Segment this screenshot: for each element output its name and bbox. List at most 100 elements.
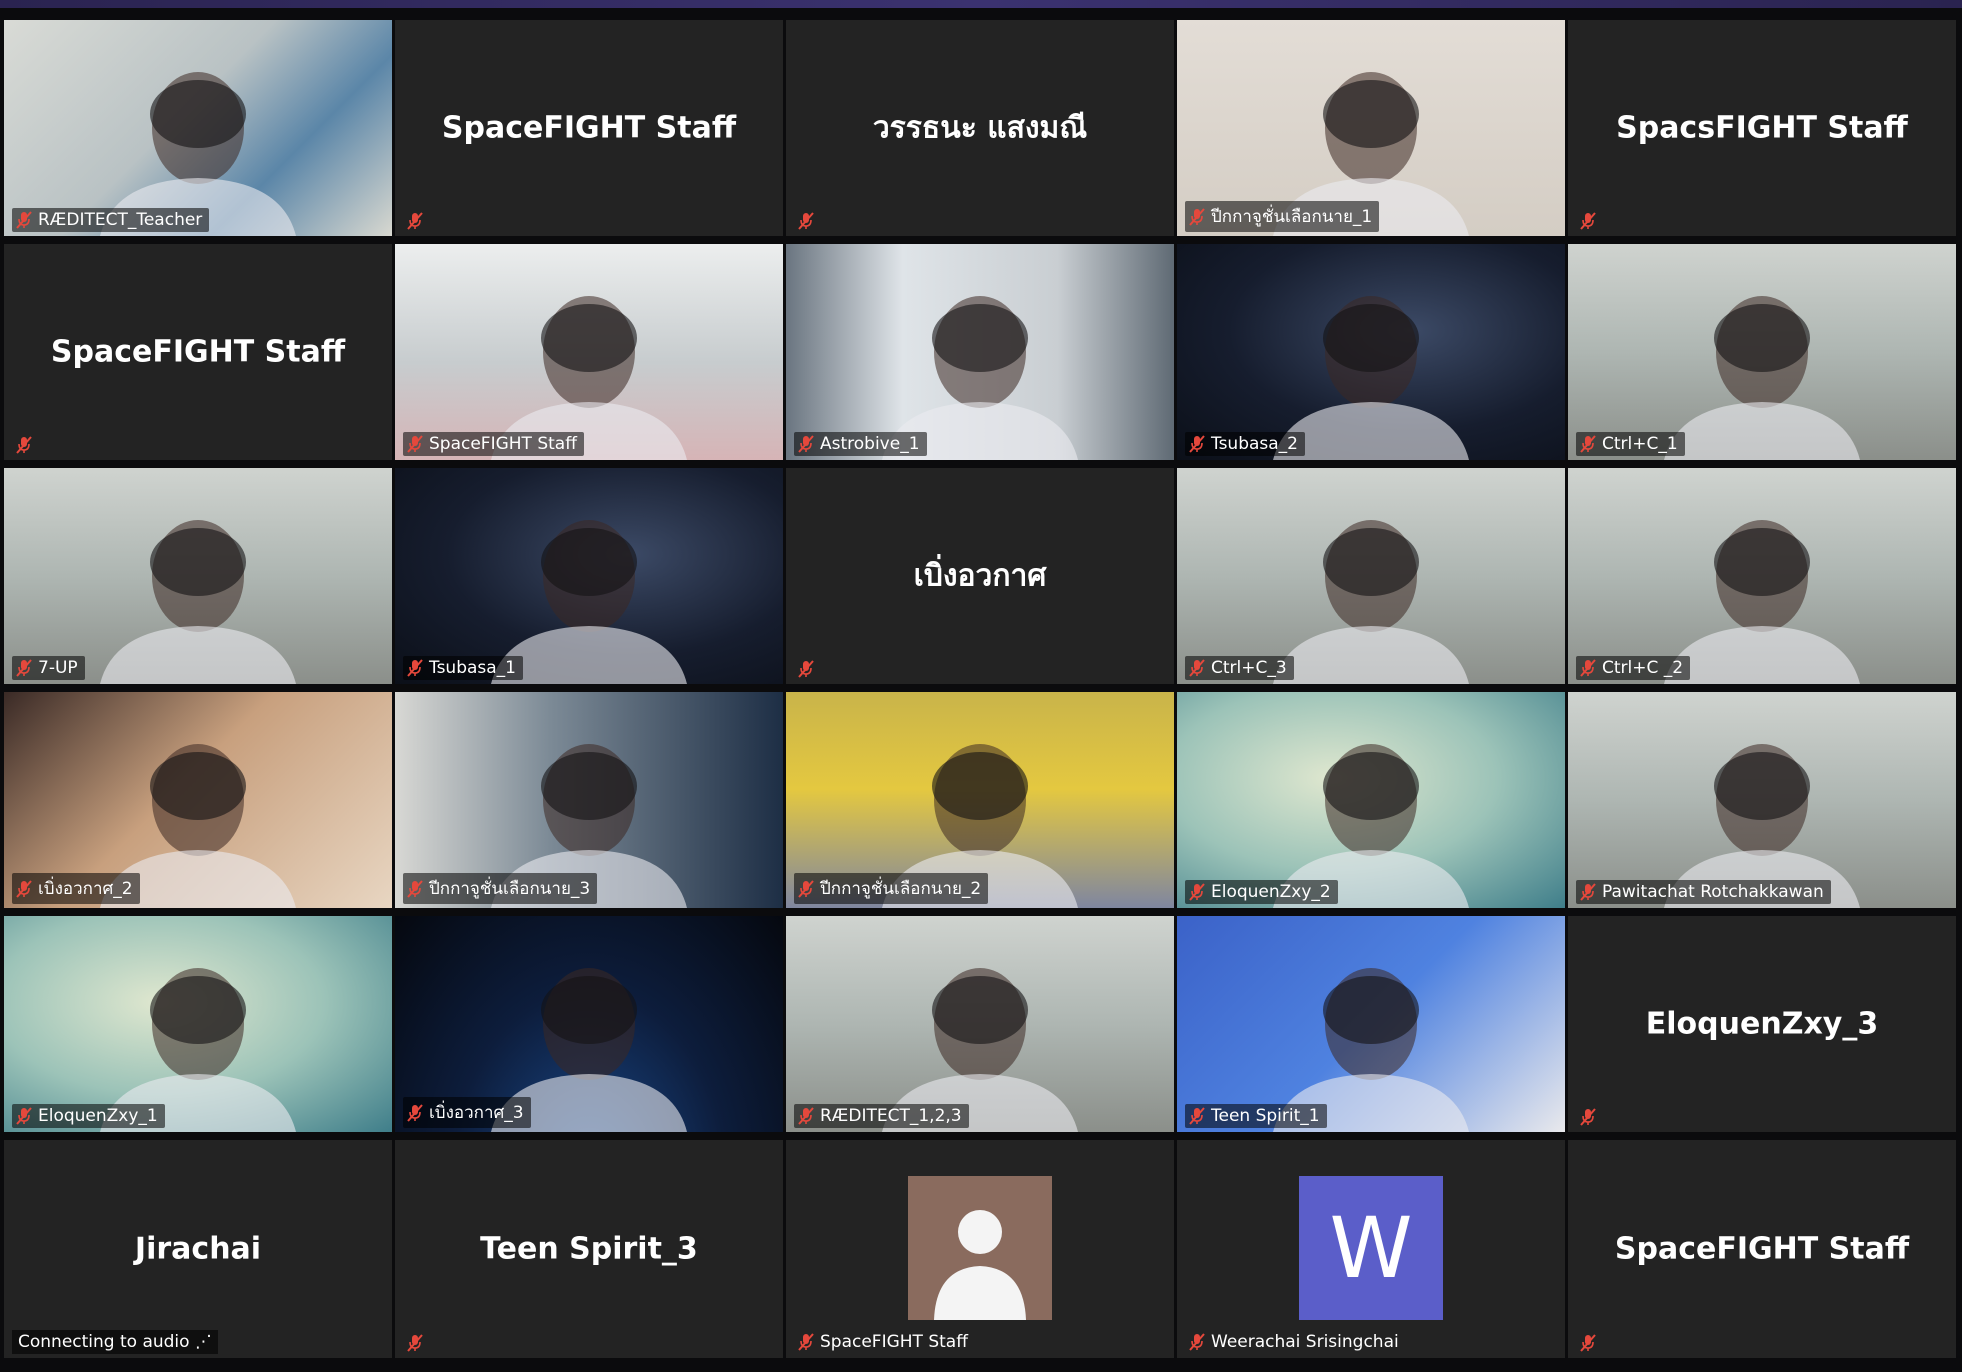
muted-mic-icon: [16, 1107, 32, 1125]
participant-silhouette: [1664, 520, 1860, 684]
participant-tile[interactable]: W Weerachai Srisingchai: [1177, 1140, 1565, 1358]
participant-tile[interactable]: Tsubasa_2: [1177, 244, 1565, 460]
participant-name-label: ปีกกาจูชั่นเลือกนาย_2: [794, 873, 989, 904]
participant-mute-indicator: [1576, 210, 1609, 232]
participant-mute-indicator: [12, 434, 45, 456]
participant-name: Pawitachat Rotchakkawan: [1602, 882, 1824, 902]
participant-name: EloquenZxy_1: [38, 1106, 158, 1126]
participant-tile[interactable]: SpaceFIGHT Staff: [786, 1140, 1174, 1358]
participant-tile[interactable]: SpaceFIGHT Staff: [395, 20, 783, 236]
participant-silhouette: [1664, 744, 1860, 908]
muted-mic-icon: [407, 659, 423, 677]
participant-tile[interactable]: Ctrl+C_1: [1568, 244, 1956, 460]
participant-name: ปีกกาจูชั่นเลือกนาย_2: [820, 879, 982, 899]
participant-tile[interactable]: Jirachai Connecting to audio ⋰: [4, 1140, 392, 1358]
participant-tile[interactable]: ปีกกาจูชั่นเลือกนาย_2: [786, 692, 1174, 908]
participant-silhouette: [1273, 520, 1469, 684]
participant-tile[interactable]: EloquenZxy_1: [4, 916, 392, 1132]
participant-name-label: SpaceFIGHT Staff: [403, 432, 584, 456]
participant-tile[interactable]: Tsubasa_1: [395, 468, 783, 684]
participant-tile[interactable]: Teen Spirit_3: [395, 1140, 783, 1358]
participant-mute-indicator: [794, 658, 827, 680]
participant-name: Ctrl+C _2: [1602, 658, 1684, 678]
muted-mic-icon: [1580, 659, 1596, 677]
participant-tile[interactable]: EloquenZxy_2: [1177, 692, 1565, 908]
participant-name-label: 7-UP: [12, 656, 85, 680]
participant-name: RÆDITECT_1,2,3: [820, 1106, 962, 1126]
participant-name: Ctrl+C_1: [1602, 434, 1678, 454]
participant-tile[interactable]: Ctrl+C _2: [1568, 468, 1956, 684]
participant-name-label: EloquenZxy_1: [12, 1104, 165, 1128]
participant-name-label: Ctrl+C_1: [1576, 432, 1685, 456]
participant-name-label: Tsubasa_2: [1185, 432, 1306, 456]
participant-silhouette: [1273, 968, 1469, 1132]
participant-tile[interactable]: วรรธนะ แสงมณี: [786, 20, 1174, 236]
muted-mic-icon: [16, 211, 32, 229]
muted-mic-icon: [798, 660, 814, 678]
participant-tile[interactable]: RÆDITECT_Teacher: [4, 20, 392, 236]
participant-name-label: ปีกกาจูชั่นเลือกนาย_3: [403, 873, 598, 904]
participant-name-label: เบิ่งอวกาศ_3: [403, 1097, 531, 1128]
participant-tile[interactable]: ปีกกาจูชั่นเลือกนาย_1: [1177, 20, 1565, 236]
participant-silhouette: [1273, 744, 1469, 908]
participant-name-label: RÆDITECT_Teacher: [12, 208, 210, 232]
participant-name: ปีกกาจูชั่นเลือกนาย_3: [429, 879, 591, 899]
participant-name-label: Tsubasa_1: [403, 656, 524, 680]
participant-tile[interactable]: SpacsFIGHT Staff: [1568, 20, 1956, 236]
participant-name: Ctrl+C_3: [1211, 658, 1287, 678]
muted-mic-icon: [798, 879, 814, 898]
participant-tile[interactable]: 7-UP: [4, 468, 392, 684]
participant-silhouette: [100, 968, 296, 1132]
participant-display-name: SpaceFIGHT Staff: [1614, 1231, 1910, 1267]
gallery-grid: RÆDITECT_Teacher SpaceFIGHT Staff วรรธนะ …: [4, 20, 1958, 1368]
muted-mic-icon: [1580, 1108, 1596, 1126]
participant-silhouette: [1664, 296, 1860, 460]
participant-mute-indicator: [1576, 1106, 1609, 1128]
participant-tile[interactable]: SpaceFIGHT Staff: [4, 244, 392, 460]
participant-display-name: SpaceFIGHT Staff: [441, 110, 737, 146]
participant-name: เบิ่งอวกาศ_3: [429, 1103, 524, 1123]
participant-tile[interactable]: Astrobive_1: [786, 244, 1174, 460]
participant-tile[interactable]: ปีกกาจูชั่นเลือกนาย_3: [395, 692, 783, 908]
participant-mute-indicator: [403, 1332, 436, 1354]
muted-mic-icon: [1189, 435, 1205, 453]
muted-mic-icon: [16, 436, 32, 454]
participant-name-label: ปีกกาจูชั่นเลือกนาย_1: [1185, 201, 1380, 232]
participant-display-name: Teen Spirit_3: [480, 1231, 698, 1267]
muted-mic-icon: [1580, 435, 1596, 453]
participant-silhouette: [1273, 296, 1469, 460]
participant-name: SpaceFIGHT Staff: [429, 434, 577, 454]
participant-tile[interactable]: SpaceFIGHT Staff: [395, 244, 783, 460]
participant-name: SpaceFIGHT Staff: [820, 1332, 968, 1352]
muted-mic-icon: [1580, 212, 1596, 230]
participant-display-name: Jirachai: [134, 1231, 262, 1267]
participant-silhouette: [100, 520, 296, 684]
participant-silhouette: [491, 296, 687, 460]
participant-tile[interactable]: เบิ่งอวกาศ: [786, 468, 1174, 684]
profile-avatar: [908, 1176, 1052, 1320]
muted-mic-icon: [407, 879, 423, 898]
audio-status-label: Connecting to audio ⋰: [12, 1330, 218, 1354]
participant-tile[interactable]: SpaceFIGHT Staff: [1568, 1140, 1956, 1358]
participant-name: เบิ่งอวกาศ_2: [38, 879, 133, 899]
participant-name-label: Weerachai Srisingchai: [1185, 1330, 1406, 1354]
muted-mic-icon: [798, 212, 814, 230]
participant-name: 7-UP: [38, 658, 78, 678]
participant-silhouette: [491, 520, 687, 684]
participant-tile[interactable]: Ctrl+C_3: [1177, 468, 1565, 684]
participant-name-label: EloquenZxy_2: [1185, 880, 1338, 904]
muted-mic-icon: [1189, 883, 1205, 901]
participant-tile[interactable]: Teen Spirit_1: [1177, 916, 1565, 1132]
participant-tile[interactable]: เบิ่งอวกาศ_2: [4, 692, 392, 908]
muted-mic-icon: [407, 435, 423, 453]
participant-name: Tsubasa_2: [1211, 434, 1299, 454]
participant-tile[interactable]: เบิ่งอวกาศ_3: [395, 916, 783, 1132]
participant-tile[interactable]: RÆDITECT_1,2,3: [786, 916, 1174, 1132]
profile-avatar: W: [1299, 1176, 1443, 1320]
muted-mic-icon: [798, 1333, 814, 1351]
participant-tile[interactable]: EloquenZxy_3: [1568, 916, 1956, 1132]
participant-tile[interactable]: Pawitachat Rotchakkawan: [1568, 692, 1956, 908]
muted-mic-icon: [1189, 1107, 1205, 1125]
participant-name-label: เบิ่งอวกาศ_2: [12, 873, 140, 904]
participant-mute-indicator: [403, 210, 436, 232]
